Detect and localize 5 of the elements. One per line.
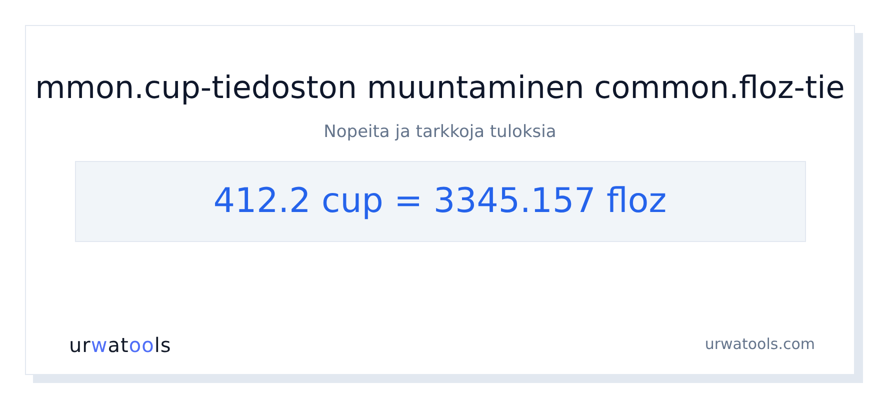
subtitle: Nopeita ja tarkkoja tuloksia (324, 121, 556, 144)
logo: urwatools (69, 332, 172, 358)
domain-link[interactable]: urwatools.com (704, 333, 815, 356)
page-title: mmon.cup-tiedoston muuntaminen common.floz-tie (35, 69, 845, 108)
result-box: 412.2 cup = 3345.157 floz (74, 160, 806, 242)
